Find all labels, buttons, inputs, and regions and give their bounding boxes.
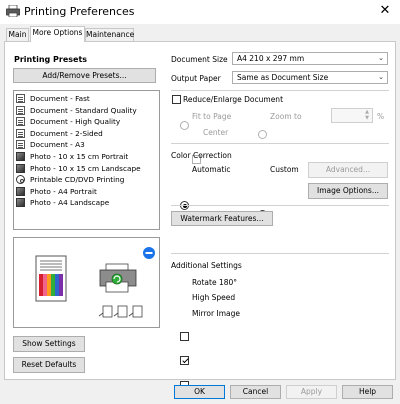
document-size-select[interactable]: A4 210 x 297 mm ⌄ (232, 52, 388, 65)
tab-maintenance[interactable]: Maintenance (85, 28, 134, 41)
high-speed-label: High Speed (192, 293, 236, 302)
zoom-spinner-icon[interactable]: ▲ ▼ (362, 109, 372, 122)
tab-main[interactable]: Main (6, 28, 29, 41)
image-options-button[interactable]: Image Options... (308, 183, 388, 199)
ok-button[interactable]: OK (174, 385, 225, 399)
printer-app-icon (6, 5, 20, 17)
photo-icon (16, 198, 25, 208)
divider (171, 205, 389, 206)
chevron-down-icon: ⌄ (378, 73, 384, 81)
window-title: Printing Preferences (24, 5, 135, 18)
divider (171, 143, 389, 144)
reduce-enlarge-checkbox[interactable] (172, 95, 181, 104)
tab-more-options[interactable]: More Options (30, 26, 85, 42)
list-item[interactable]: Document - Fast (16, 93, 159, 105)
apply-button[interactable]: Apply (286, 385, 337, 399)
show-settings-button[interactable]: Show Settings (13, 336, 85, 352)
list-item[interactable]: Photo - A4 Landscape (16, 197, 159, 209)
automatic-label: Automatic (192, 165, 231, 174)
document-icon (16, 105, 25, 115)
percent-label: % (377, 112, 385, 121)
advanced-button[interactable]: Advanced... (308, 162, 388, 178)
document-icon (16, 140, 25, 150)
document-icon (16, 117, 25, 127)
list-item[interactable]: Photo - 10 x 15 cm Portrait (16, 151, 159, 163)
document-icon (16, 128, 25, 138)
color-correction-heading: Color Correction (171, 151, 232, 160)
zoom-to-radio[interactable] (258, 130, 267, 139)
presets-list[interactable]: Document - Fast Document - Standard Qual… (13, 90, 160, 230)
rotate-label: Rotate 180° (192, 278, 238, 287)
presets-heading: Printing Presets (14, 55, 88, 64)
reset-defaults-button[interactable]: Reset Defaults (13, 357, 85, 373)
list-item[interactable]: Printable CD/DVD Printing (16, 174, 159, 186)
chevron-down-icon: ⌄ (378, 54, 384, 62)
add-remove-presets-button[interactable]: Add/Remove Presets... (13, 68, 156, 83)
document-icon (16, 94, 25, 104)
document-size-label: Document Size (171, 55, 228, 64)
divider (171, 253, 389, 254)
photo-icon (16, 163, 25, 173)
list-item[interactable]: Document - 2-Sided (16, 128, 159, 140)
disc-icon (16, 175, 25, 185)
zoom-to-label: Zoom to (270, 112, 302, 121)
cancel-button[interactable]: Cancel (230, 385, 281, 399)
list-item[interactable]: Document - Standard Quality (16, 105, 159, 117)
fit-to-page-radio[interactable] (180, 121, 189, 130)
high-speed-checkbox[interactable] (180, 356, 189, 365)
watermark-features-button[interactable]: Watermark Features... (171, 211, 273, 226)
center-label: Center (203, 128, 229, 137)
mirror-image-label: Mirror Image (192, 309, 240, 318)
help-button[interactable]: Help (342, 385, 393, 399)
list-item[interactable]: Photo - 10 x 15 cm Landscape (16, 162, 159, 174)
list-item[interactable]: Document - High Quality (16, 116, 159, 128)
output-paper-label: Output Paper (171, 74, 221, 83)
close-icon[interactable]: ✕ (378, 3, 392, 19)
print-preview (13, 237, 160, 328)
list-item[interactable]: Document - A3 (16, 139, 159, 151)
title-bar: Printing Preferences ✕ (0, 0, 400, 24)
photo-icon (16, 186, 25, 196)
reduce-enlarge-label: Reduce/Enlarge Document (183, 95, 284, 104)
additional-settings-heading: Additional Settings (171, 261, 242, 270)
output-paper-select[interactable]: Same as Document Size ⌄ (232, 71, 388, 84)
rotate-checkbox[interactable] (180, 332, 189, 341)
list-item[interactable]: Photo - A4 Portrait (16, 185, 159, 197)
divider (171, 90, 389, 91)
photo-icon (16, 152, 25, 161)
fit-to-page-label: Fit to Page (192, 112, 232, 121)
preview-illustration (35, 247, 155, 318)
custom-label: Custom (270, 165, 299, 174)
